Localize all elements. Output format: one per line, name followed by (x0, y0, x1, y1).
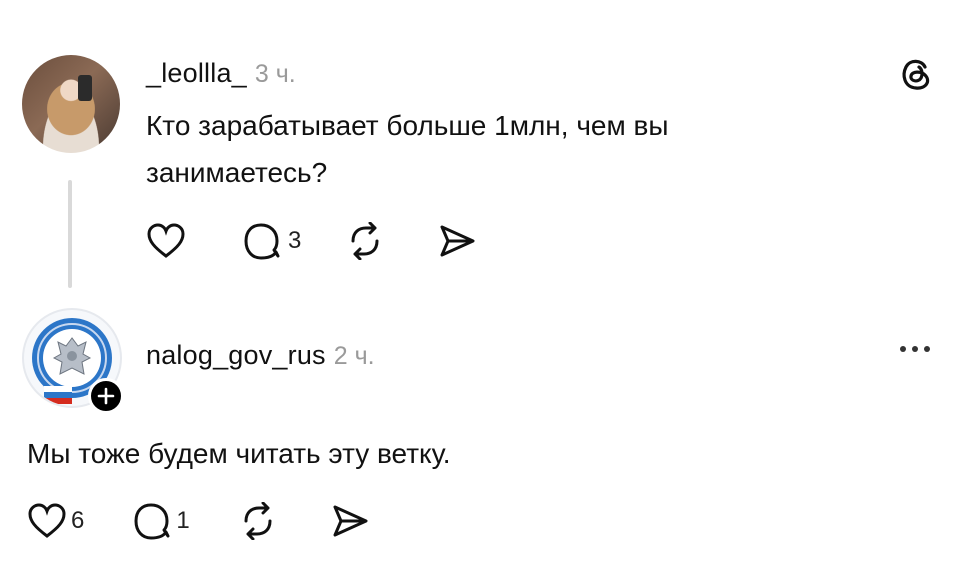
comment-icon[interactable] (132, 502, 172, 540)
thread-connector-line (68, 180, 72, 288)
post2-actions: 6 1 (27, 502, 370, 540)
post1-username[interactable]: _leollla_ (146, 58, 247, 89)
heart-icon[interactable] (146, 222, 186, 260)
heart-icon[interactable] (27, 502, 67, 540)
post2-header: nalog_gov_rus 2 ч. (146, 340, 375, 371)
post2-username[interactable]: nalog_gov_rus (146, 340, 326, 371)
send-icon[interactable] (330, 502, 370, 540)
post1-header: _leollla_ 3 ч. (146, 58, 296, 89)
post1-text: Кто зарабатывает больше 1млн, чем вы зан… (146, 110, 669, 188)
avatar-leollla[interactable] (22, 55, 120, 153)
more-options-icon[interactable] (900, 346, 930, 352)
plus-icon (97, 387, 115, 405)
post2-time: 2 ч. (333, 342, 375, 370)
post2-like-count: 6 (71, 507, 85, 534)
send-icon[interactable] (437, 222, 477, 260)
post1-reply-count: 3 (288, 227, 302, 254)
post1-actions: 3 (146, 222, 477, 260)
post2-reply-count: 1 (176, 507, 190, 534)
repost-icon[interactable] (238, 502, 278, 540)
comment-icon[interactable] (242, 222, 282, 260)
post1-time: 3 ч. (254, 60, 296, 88)
threads-logo-icon[interactable] (896, 54, 936, 99)
repost-icon[interactable] (345, 222, 385, 260)
post2-text: Мы тоже будем читать эту ветку. (27, 438, 451, 469)
phone-in-photo (78, 75, 92, 101)
follow-button[interactable] (88, 378, 124, 414)
